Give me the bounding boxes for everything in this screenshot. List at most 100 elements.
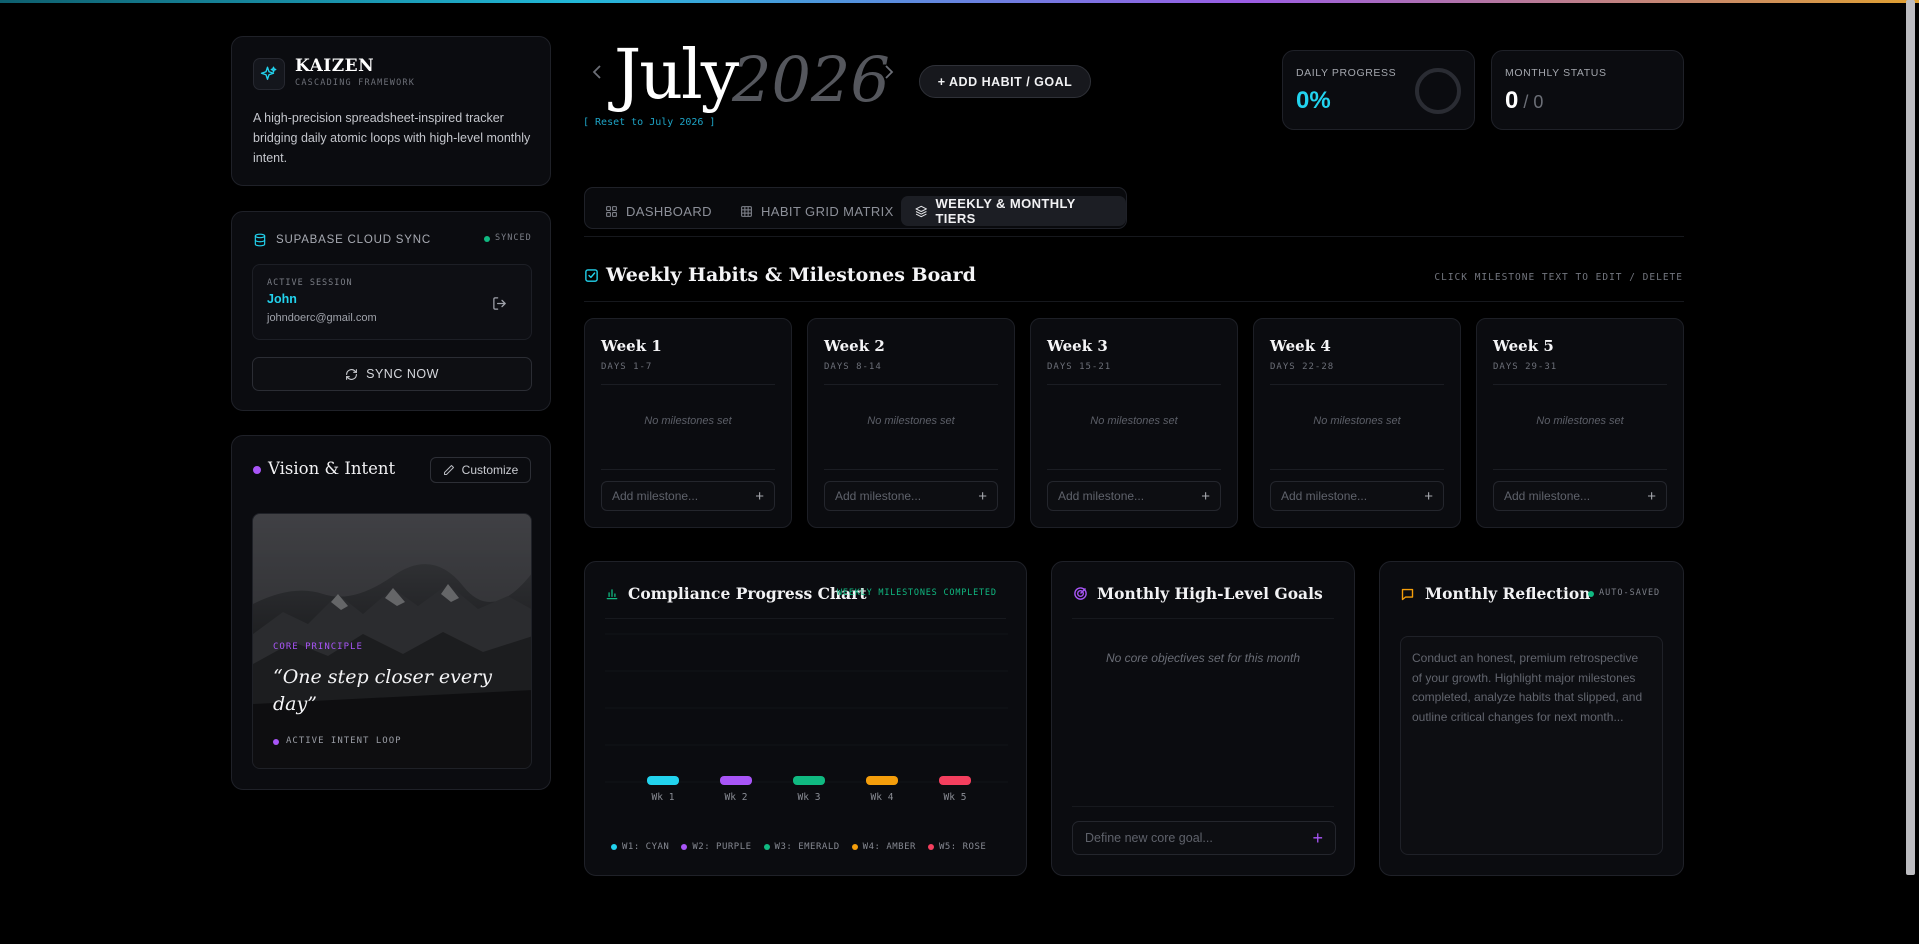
legend-item: W2: PURPLE: [681, 842, 751, 852]
add-milestone-input[interactable]: Add milestone... +: [1270, 481, 1444, 511]
chart-legend: W1: CYAN W2: PURPLE W3: EMERALD W4: AMBER W5…: [611, 842, 986, 852]
plus-icon[interactable]: +: [1647, 488, 1656, 505]
plus-icon[interactable]: +: [1424, 488, 1433, 505]
new-goal-input[interactable]: Define new core goal... +: [1072, 821, 1336, 855]
sparkle-logo-icon: [253, 58, 285, 90]
table-icon: [741, 205, 752, 217]
add-milestone-input[interactable]: Add milestone... +: [1047, 481, 1221, 511]
scrollbar-thumb[interactable]: [1906, 0, 1915, 875]
reset-month-link[interactable]: [ Reset to July 2026 ]: [583, 117, 715, 128]
user-name: John: [267, 292, 297, 306]
add-milestone-input[interactable]: Add milestone... +: [824, 481, 998, 511]
week-divider: [1270, 384, 1444, 385]
sync-status-dot: [484, 236, 490, 242]
chart-bar: [720, 776, 752, 785]
add-goal-plus-icon[interactable]: +: [1312, 829, 1323, 847]
add-habit-goal-button[interactable]: + ADD HABIT / GOAL: [919, 65, 1091, 98]
compliance-badge: WEEKLY MILESTONES COMPLETED: [837, 588, 997, 598]
add-milestone-input[interactable]: Add milestone... +: [601, 481, 775, 511]
chart-bar: [647, 776, 679, 785]
tab-habit-grid[interactable]: HABIT GRID MATRIX: [726, 196, 908, 226]
tab-habit-grid-label: HABIT GRID MATRIX: [761, 203, 894, 219]
monthly-reflection-card: Monthly Reflection AUTO-SAVED Conduct an…: [1379, 561, 1684, 876]
week-card-4: Week 4 DAYS 22-28 No milestones set Add …: [1253, 318, 1461, 528]
plus-icon[interactable]: +: [755, 488, 764, 505]
database-icon: [253, 232, 267, 253]
plus-icon[interactable]: +: [978, 488, 987, 505]
daily-progress-value: 0%: [1296, 87, 1331, 114]
tab-weekly-monthly-label: WEEKLY & MONTHLY TIERS: [935, 196, 1076, 226]
app-name: KAIZEN: [295, 56, 375, 76]
legend-label: W4: AMBER: [862, 842, 916, 852]
compliance-title: Compliance Progress Chart: [628, 584, 867, 603]
tab-weekly-monthly[interactable]: WEEKLY & MONTHLY TIERS: [901, 196, 1126, 226]
pencil-icon: [443, 464, 455, 476]
prev-month-chevron-icon[interactable]: [588, 62, 606, 82]
legend-label: W1: CYAN: [622, 842, 670, 852]
chart-tick-label: Wk 1: [652, 792, 675, 803]
checkbox-icon: [584, 268, 599, 288]
plus-icon[interactable]: +: [1201, 488, 1210, 505]
loop-dot: [273, 739, 279, 745]
chart-tick-label: Wk 4: [871, 792, 894, 803]
sync-now-label: SYNC NOW: [366, 367, 439, 381]
layers-icon: [915, 205, 927, 217]
goals-divider: [1072, 618, 1334, 619]
customize-button[interactable]: Customize: [430, 457, 531, 483]
week-card-1: Week 1 DAYS 1-7 No milestones set Add mi…: [584, 318, 792, 528]
week-divider: [1270, 469, 1444, 470]
legend-item: W3: EMERALD: [763, 842, 840, 852]
week-empty-text: No milestones set: [1313, 415, 1401, 427]
refresh-icon: [345, 368, 358, 381]
compliance-chart-card: Compliance Progress Chart WEEKLY MILESTO…: [584, 561, 1027, 876]
message-icon: [1400, 587, 1415, 607]
legend-label: W2: PURPLE: [692, 842, 752, 852]
legend-dot: [611, 844, 617, 850]
autosave-dot: [1588, 591, 1594, 597]
daily-progress-label: DAILY PROGRESS: [1296, 67, 1397, 79]
vision-quote: “One step closer every day”: [273, 666, 492, 715]
legend-dot: [763, 844, 770, 850]
week-days: DAYS 29-31: [1493, 362, 1558, 372]
sync-now-button[interactable]: SYNC NOW: [252, 357, 532, 391]
daily-progress-ring: [1415, 68, 1461, 114]
add-milestone-placeholder: Add milestone...: [1281, 489, 1368, 503]
week-card-3: Week 3 DAYS 15-21 No milestones set Add …: [1030, 318, 1238, 528]
reflection-textarea[interactable]: Conduct an honest, premium retrospective…: [1400, 636, 1663, 855]
view-tabs: DASHBOARD HABIT GRID MATRIX WEEKLY & MON…: [584, 187, 1127, 229]
month-title: July: [614, 36, 739, 115]
add-milestone-input[interactable]: Add milestone... +: [1493, 481, 1667, 511]
active-session-panel: ACTIVE SESSION John johndoerc@gmail.com: [252, 264, 532, 340]
legend-label: W3: EMERALD: [774, 842, 840, 852]
week-divider: [601, 384, 775, 385]
new-goal-placeholder: Define new core goal...: [1085, 831, 1213, 845]
week-title: Week 3: [1047, 337, 1108, 355]
logout-icon[interactable]: [485, 289, 513, 317]
chart-bar: [939, 776, 971, 785]
week-days: DAYS 8-14: [824, 362, 882, 372]
vision-board-image: CORE PRINCIPLE “One step closer every da…: [252, 513, 532, 769]
week-divider: [601, 469, 775, 470]
monthly-goals-card: Monthly High-Level Goals No core objecti…: [1051, 561, 1355, 876]
sync-title: SUPABASE CLOUD SYNC: [276, 234, 431, 246]
add-milestone-placeholder: Add milestone...: [1504, 489, 1591, 503]
week-title: Week 2: [824, 337, 885, 355]
brand-card: KAIZEN CASCADING FRAMEWORK A high-precis…: [231, 36, 551, 186]
chart-bar: [866, 776, 898, 785]
week-divider: [824, 469, 998, 470]
next-month-chevron-icon[interactable]: [880, 62, 898, 82]
customize-label: Customize: [461, 463, 519, 477]
grid-layout-icon: [606, 205, 617, 217]
week-empty-text: No milestones set: [644, 415, 732, 427]
board-title: Weekly Habits & Milestones Board: [606, 264, 976, 286]
legend-dot: [851, 844, 858, 850]
year-title: 2026: [732, 43, 890, 116]
goals-divider-bottom: [1072, 806, 1334, 807]
add-milestone-placeholder: Add milestone...: [835, 489, 922, 503]
legend-dot: [927, 844, 934, 850]
legend-item: W1: CYAN: [611, 842, 669, 852]
legend-dot: [681, 844, 688, 850]
app-tagline: CASCADING FRAMEWORK: [295, 78, 416, 88]
tab-dashboard[interactable]: DASHBOARD: [591, 196, 726, 226]
board-divider: [584, 301, 1684, 302]
